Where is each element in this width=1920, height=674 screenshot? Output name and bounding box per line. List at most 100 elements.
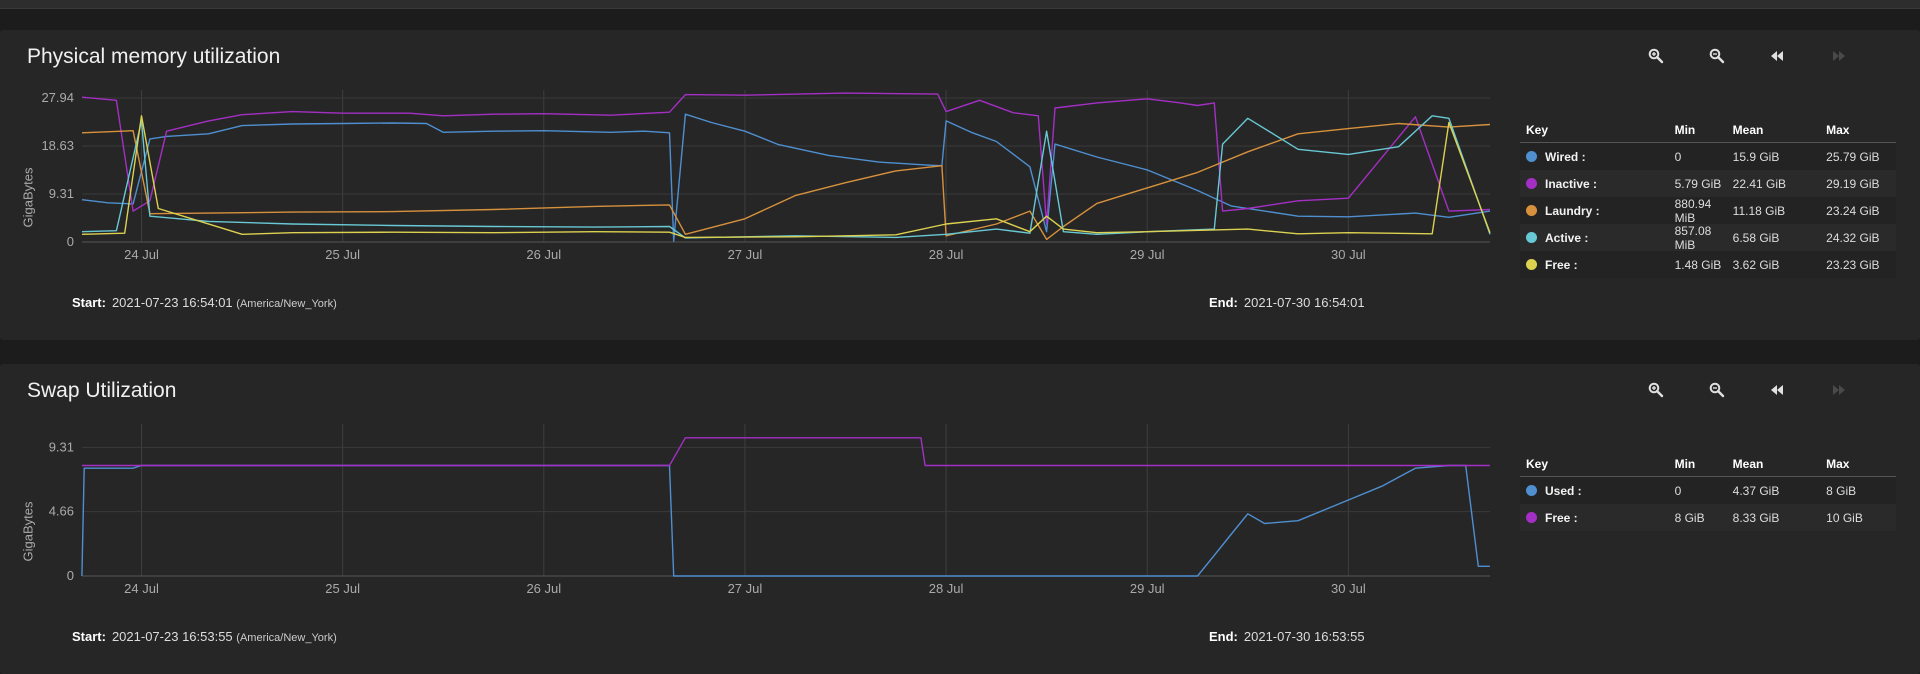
legend-row: Inactive : 5.79 GiB 22.41 GiB 29.19 GiB (1520, 170, 1896, 197)
series-line-active (81, 115, 1491, 239)
end-range: End: 2021-07-30 16:54:01 (1209, 295, 1365, 310)
legend-key: Inactive : (1520, 177, 1675, 191)
back-button[interactable] (1764, 43, 1790, 69)
zoom-in-icon (1648, 48, 1664, 64)
legend-mean: 15.9 GiB (1732, 149, 1780, 164)
legend-row: Laundry : 880.94 MiB 11.18 GiB 23.24 GiB (1520, 196, 1896, 225)
start-range: Start: 2021-07-23 16:54:01 (America/New_Y… (72, 295, 337, 310)
x-tick-label: 24 Jul (124, 247, 159, 262)
series-color-swatch (1526, 232, 1537, 243)
x-tick-label: 25 Jul (325, 247, 360, 262)
legend-mean: 6.58 GiB (1732, 230, 1780, 245)
zoom-out-icon (1709, 382, 1725, 398)
x-tick-label: 29 Jul (1130, 247, 1165, 262)
legend-key: Active : (1520, 231, 1675, 245)
legend-max: 23.24 GiB (1826, 203, 1880, 218)
legend-mean: 3.62 GiB (1732, 257, 1780, 272)
legend-min: 8 GiB (1674, 510, 1705, 525)
legend-max: 10 GiB (1826, 510, 1863, 525)
start-value: 2021-07-23 16:54:01 (111, 295, 233, 310)
legend-max: 24.32 GiB (1826, 230, 1880, 245)
series-line-inactive (81, 92, 1491, 225)
legend-header-key: Key (1526, 457, 1549, 471)
legend-key: Free : (1520, 511, 1675, 525)
start-timezone: (America/New_York) (236, 632, 337, 644)
rewind-icon (1771, 385, 1783, 395)
series-name: Free : (1545, 257, 1578, 272)
legend-header-mean: Mean (1732, 123, 1764, 137)
legend-mean: 8.33 GiB (1732, 510, 1780, 525)
legend-header-max: Max (1826, 457, 1850, 471)
series-color-swatch (1526, 485, 1537, 496)
legend-key: Laundry : (1520, 204, 1675, 218)
x-tick-label: 29 Jul (1130, 581, 1165, 596)
swap-chart: 24 Jul 25 Jul 26 Jul 27 Jul 28 Jul 29 Jul 30 J… (49, 424, 1490, 596)
end-value: 2021-07-30 16:54:01 (1243, 295, 1365, 310)
legend-header: Key Min Mean Max (1520, 118, 1896, 143)
x-tick-label: 28 Jul (929, 581, 964, 596)
legend-header-max: Max (1826, 123, 1850, 137)
x-tick-label: 26 Jul (526, 247, 561, 262)
memory-chart: 24 Jul 25 Jul 26 Jul 27 Jul 28 Jul 29 Jul 30 J… (41, 90, 1491, 262)
series-color-swatch (1526, 259, 1537, 270)
legend-key: Used : (1520, 484, 1675, 498)
series-line-free (81, 437, 1490, 467)
series-line-free (81, 115, 1491, 239)
end-label: End: (1209, 629, 1238, 644)
x-tick-label: 24 Jul (124, 581, 159, 596)
legend-header: Key Min Mean Max (1520, 452, 1896, 477)
y-tick-label: 27.94 (41, 90, 74, 105)
legend-key: Wired : (1520, 150, 1675, 164)
series-line-used (81, 464, 1490, 577)
x-tick-label: 27 Jul (728, 247, 763, 262)
zoom-in-button[interactable] (1643, 43, 1669, 69)
zoom-out-button[interactable] (1704, 377, 1730, 403)
legend-mean: 4.37 GiB (1732, 483, 1780, 498)
y-axis-label: GigaBytes (20, 501, 36, 562)
legend-min: 5.79 GiB (1674, 176, 1722, 191)
series-line-laundry (81, 122, 1491, 241)
legend-row: Active : 857.08 MiB 6.58 GiB 24.32 GiB (1520, 224, 1896, 252)
x-tick-label: 28 Jul (929, 247, 964, 262)
legend-row: Free : 1.48 GiB 3.62 GiB 23.23 GiB (1520, 251, 1896, 278)
series-name: Free : (1545, 510, 1578, 525)
back-button[interactable] (1764, 377, 1790, 403)
rewind-icon (1771, 51, 1783, 61)
legend-min: 0 (1674, 483, 1682, 498)
x-tick-label: 30 Jul (1331, 247, 1366, 262)
start-label: Start: (72, 629, 106, 644)
y-axis-label: GigaBytes (20, 167, 36, 228)
legend-row: Free : 8 GiB 8.33 GiB 10 GiB (1520, 504, 1896, 531)
top-bar (0, 0, 1920, 9)
legend-header-min: Min (1674, 457, 1696, 471)
zoom-in-button[interactable] (1643, 377, 1669, 403)
zoom-out-button[interactable] (1704, 43, 1730, 69)
start-value: 2021-07-23 16:53:55 (111, 629, 233, 644)
zoom-in-icon (1648, 382, 1664, 398)
legend-header-min: Min (1674, 123, 1696, 137)
series-color-swatch (1526, 512, 1537, 523)
panel-title: Physical memory utilization (27, 45, 281, 68)
legend-max: 29.19 GiB (1826, 176, 1880, 191)
legend-max: 8 GiB (1826, 483, 1857, 498)
legend-min: 0 (1674, 149, 1682, 164)
legend-min: 880.94 MiB (1674, 196, 1712, 225)
zoom-out-icon (1709, 48, 1725, 64)
swap-legend: Key Min Mean Max Used :0 4.37 GiB 8 GiB Fre… (1520, 452, 1896, 531)
series-name: Laundry : (1545, 203, 1600, 218)
series-color-swatch (1526, 205, 1537, 216)
legend-max: 23.23 GiB (1826, 257, 1880, 272)
end-range: End: 2021-07-30 16:53:55 (1209, 629, 1365, 644)
y-tick-label: 9.31 (49, 186, 74, 201)
memory-legend: Key Min Mean Max Wired : 0 15.9 GiB 25.79 G… (1520, 118, 1896, 278)
forward-button[interactable] (1826, 43, 1852, 69)
legend-row: Used : 0 4.37 GiB 8 GiB (1520, 477, 1896, 504)
fast-forward-icon (1833, 51, 1845, 61)
fast-forward-icon (1833, 385, 1845, 395)
series-name: Used : (1545, 483, 1582, 498)
y-tick-label: 9.31 (49, 439, 74, 454)
panel-title: Swap Utilization (27, 379, 177, 402)
physical-memory-panel: Physical memory utilization GigaBytes 24… (0, 30, 1920, 340)
x-tick-label: 25 Jul (325, 581, 360, 596)
forward-button[interactable] (1826, 377, 1852, 403)
